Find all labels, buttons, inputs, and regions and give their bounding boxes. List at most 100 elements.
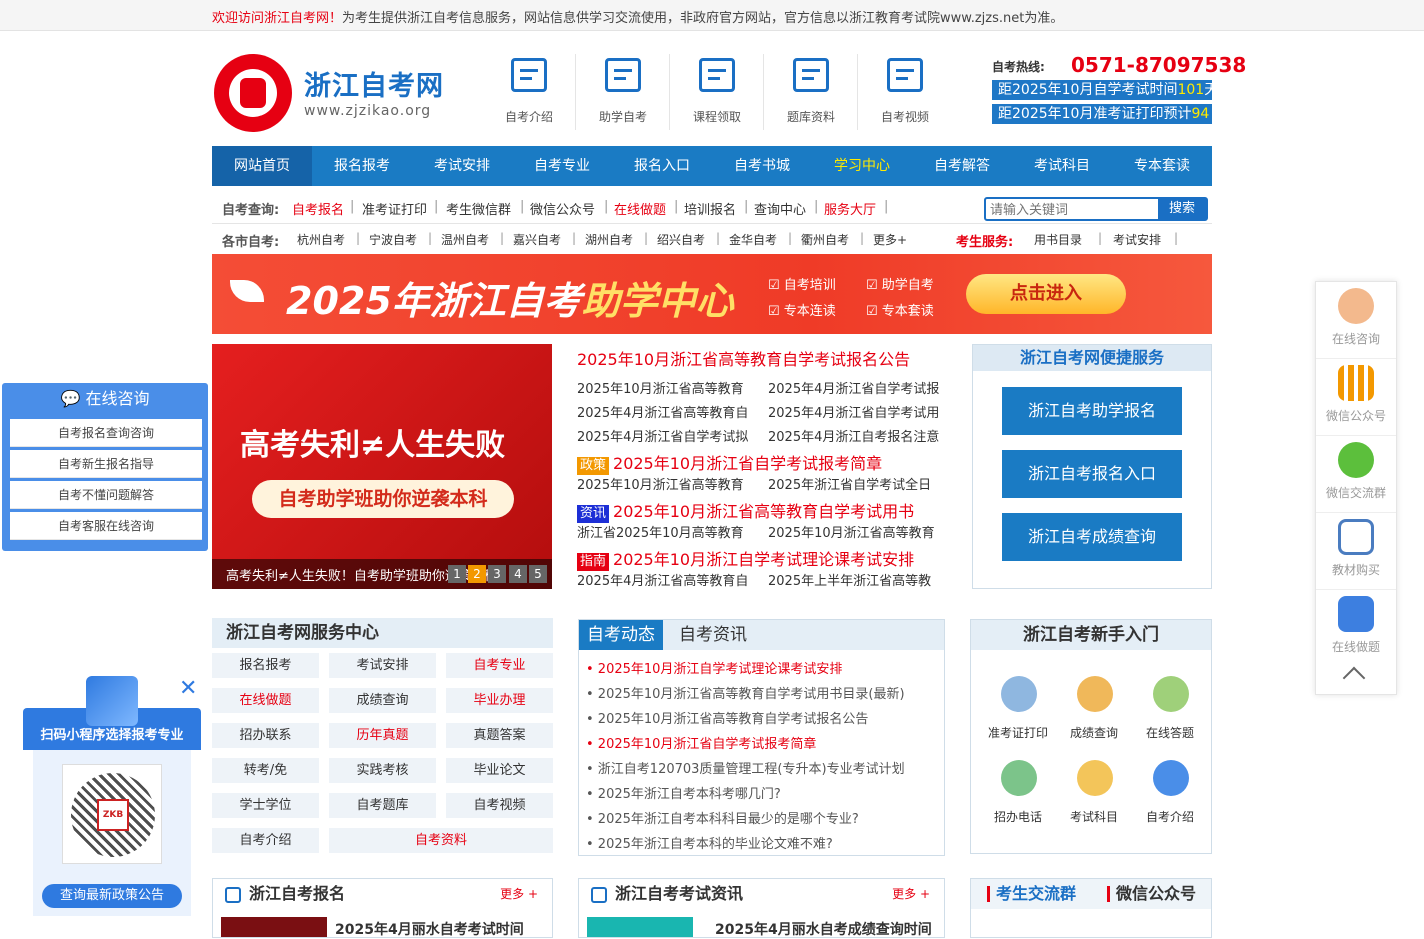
right-float-quiz[interactable]: 在线做题 [1316, 590, 1396, 667]
tab-info[interactable]: 自考资讯 [671, 620, 755, 650]
nav-faq[interactable]: 自考解答 [912, 146, 1012, 186]
more-link[interactable]: 更多 + [892, 879, 930, 909]
city-link[interactable]: 杭州自考 [297, 231, 345, 248]
query-link[interactable]: 微信公众号 [530, 199, 595, 218]
nav-study-center[interactable]: 学习中心 [812, 146, 912, 186]
service-item[interactable]: 学士学位 [212, 793, 319, 818]
city-more-link[interactable]: 更多+ [873, 231, 907, 248]
service-item[interactable]: 毕业论文 [446, 758, 553, 783]
news-link[interactable]: 2025年4月浙江省自学考试用 [768, 402, 939, 421]
site-logo[interactable] [214, 54, 292, 132]
news-headline[interactable]: 政策 2025年10月浙江省自学考试报考简章 [577, 450, 882, 475]
service-item[interactable]: 报名报考 [212, 653, 319, 678]
city-link[interactable]: 衢州自考 [801, 231, 849, 248]
search-input[interactable] [990, 201, 1150, 219]
consult-title[interactable]: 💬 在线咨询 [2, 383, 208, 415]
news-thumbnail[interactable] [587, 917, 693, 937]
service-item[interactable]: 实践考核 [329, 758, 436, 783]
news-link[interactable]: 2025年10月浙江省高等教育 [577, 474, 744, 493]
city-link[interactable]: 宁波自考 [369, 231, 417, 248]
city-link[interactable]: 湖州自考 [585, 231, 633, 248]
consult-item[interactable]: 自考报名查询咨询 [10, 419, 202, 447]
service-item[interactable]: 考试安排 [329, 653, 436, 678]
news-headline[interactable]: 指南 2025年10月浙江自学考试理论课考试安排 [577, 546, 914, 571]
city-link[interactable]: 绍兴自考 [657, 231, 705, 248]
nav-bundle[interactable]: 专本套读 [1112, 146, 1212, 186]
service-item[interactable]: 招办联系 [212, 723, 319, 748]
news-list-item[interactable]: • 2025年10月浙江省高等教育自学考试用书目录(最新) [586, 683, 905, 702]
slide-dot[interactable]: 4 [509, 565, 527, 583]
query-link[interactable]: 在线做题 [614, 199, 666, 218]
news-list-item[interactable]: • 2025年浙江自考本科的毕业论文难不难? [586, 833, 833, 852]
promo-slideshow[interactable]: 高考失利≠人生失败 自考助学班助你逆袭本科 高考失利≠人生失败！自考助学班助你逆… [212, 344, 552, 589]
slide-dot[interactable]: 1 [448, 565, 466, 583]
news-link[interactable]: 2025年4月浙江省高等教育自 [577, 402, 748, 421]
top-icon-study[interactable]: 助学自考 [576, 50, 670, 132]
news-headline[interactable]: 2025年10月浙江省高等教育自学考试报名公告 [577, 346, 910, 370]
slide-dot[interactable]: 5 [529, 565, 547, 583]
right-float-group[interactable]: 微信交流群 [1316, 436, 1396, 513]
service-item[interactable]: 毕业办理 [446, 688, 553, 713]
right-float-official[interactable]: 微信公众号 [1316, 359, 1396, 436]
featured-news[interactable]: 2025年4月丽水自考成绩查询时间 [715, 919, 932, 939]
news-link[interactable]: 2025年10月浙江省高等教育 [768, 522, 935, 541]
service-link[interactable]: 用书目录 [1034, 231, 1082, 248]
service-link[interactable]: 考试安排 [1113, 231, 1161, 248]
study-center-banner[interactable]: 2025年浙江自考助学中心 ☑ 自考培训 ☑ 助学自考 ☑ 专本连读 ☑ 专本套… [212, 254, 1212, 334]
news-list-item[interactable]: • 浙江自考120703质量管理工程(专升本)专业考试计划 [586, 758, 905, 777]
news-list-item[interactable]: • 2025年10月浙江省自学考试报考简章 [586, 733, 816, 752]
enter-button[interactable]: 点击进入 [966, 274, 1126, 314]
nav-majors[interactable]: 自考专业 [512, 146, 612, 186]
service-item[interactable]: 历年真题 [329, 723, 436, 748]
news-link[interactable]: 2025年4月浙江自考报名注意 [768, 426, 939, 445]
top-icon-intro[interactable]: 自考介绍 [482, 50, 576, 132]
news-link[interactable]: 2025年10月浙江省高等教育 [577, 378, 744, 397]
featured-news[interactable]: 2025年4月丽水自考考试时间 [335, 919, 524, 939]
service-item[interactable]: 自考题库 [329, 793, 436, 818]
score-query-button[interactable]: 浙江自考成绩查询 [1002, 513, 1182, 561]
service-item[interactable]: 自考介绍 [212, 828, 319, 853]
top-icon-course[interactable]: 课程领取 [670, 50, 764, 132]
service-item[interactable]: 真题答案 [446, 723, 553, 748]
news-list-item[interactable]: • 2025年浙江自考本科考哪几门? [586, 783, 781, 802]
nav-subjects[interactable]: 考试科目 [1012, 146, 1112, 186]
nav-home[interactable]: 网站首页 [212, 146, 312, 186]
tab-wechat-group[interactable]: 考生交流群 [987, 886, 1076, 902]
news-thumbnail[interactable] [221, 917, 327, 937]
slide-dot[interactable]: 2 [468, 565, 486, 583]
query-link[interactable]: 查询中心 [754, 199, 806, 218]
policy-query-button[interactable]: 查询最新政策公告 [42, 884, 182, 908]
city-link[interactable]: 嘉兴自考 [513, 231, 561, 248]
service-item[interactable]: 自考资料 [329, 828, 553, 853]
query-link[interactable]: 考生微信群 [446, 199, 511, 218]
more-link[interactable]: 更多 + [500, 879, 538, 909]
right-float-consult[interactable]: 在线咨询 [1316, 282, 1396, 359]
nav-bookstore[interactable]: 自考书城 [712, 146, 812, 186]
close-icon[interactable]: ✕ [179, 676, 197, 701]
city-link[interactable]: 金华自考 [729, 231, 777, 248]
service-item[interactable]: 自考视频 [446, 793, 553, 818]
consult-item[interactable]: 自考客服在线咨询 [10, 512, 202, 540]
nav-register[interactable]: 报名报考 [312, 146, 412, 186]
study-register-button[interactable]: 浙江自考助学报名 [1002, 387, 1182, 435]
news-link[interactable]: 2025年4月浙江省自学考试拟 [577, 426, 748, 445]
nav-schedule[interactable]: 考试安排 [412, 146, 512, 186]
query-link[interactable]: 服务大厅 [824, 199, 876, 218]
city-link[interactable]: 温州自考 [441, 231, 489, 248]
register-entry-button[interactable]: 浙江自考报名入口 [1002, 450, 1182, 498]
news-link[interactable]: 浙江省2025年10月高等教育 [577, 522, 744, 541]
consult-item[interactable]: 自考新生报名指导 [10, 450, 202, 478]
query-link[interactable]: 培训报名 [684, 199, 736, 218]
news-link[interactable]: 2025年4月浙江省自学考试报 [768, 378, 939, 397]
top-icon-bank[interactable]: 题库资料 [764, 50, 858, 132]
news-headline[interactable]: 资讯 2025年10月浙江省高等教育自学考试用书 [577, 498, 914, 523]
news-list-item[interactable]: • 2025年10月浙江省高等教育自学考试报名公告 [586, 708, 868, 727]
slide-dot[interactable]: 3 [488, 565, 506, 583]
query-link[interactable]: 自考报名 [292, 199, 344, 218]
service-item[interactable]: 成绩查询 [329, 688, 436, 713]
site-title[interactable]: 浙江自考网 [304, 64, 444, 103]
service-item[interactable]: 转考/免 [212, 758, 319, 783]
query-link[interactable]: 准考证打印 [362, 199, 427, 218]
consult-item[interactable]: 自考不懂问题解答 [10, 481, 202, 509]
nav-entry[interactable]: 报名入口 [612, 146, 712, 186]
